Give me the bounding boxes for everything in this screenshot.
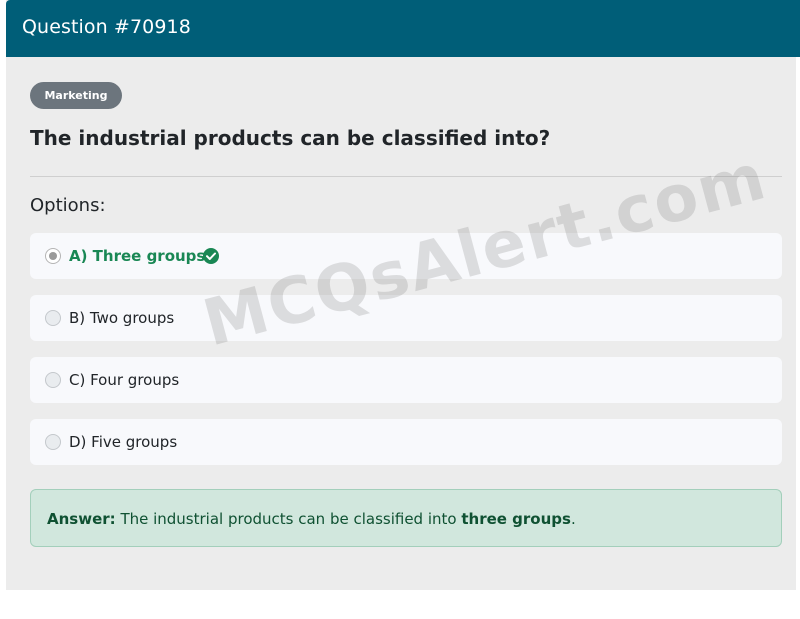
answer-line: Answer: The industrial products can be c… [47, 510, 576, 528]
option-b-radio[interactable] [45, 310, 61, 326]
category-badge[interactable]: Marketing [30, 82, 122, 109]
question-header: Question #70918 [6, 0, 800, 57]
options-label: Options: [30, 195, 106, 216]
answer-label: Answer: [47, 510, 116, 528]
answer-text: The industrial products can be classifie… [120, 510, 457, 528]
question-number: Question #70918 [22, 16, 191, 38]
option-b[interactable]: B) Two groups [30, 295, 782, 341]
option-c[interactable]: C) Four groups [30, 357, 782, 403]
answer-box: Answer: The industrial products can be c… [30, 489, 782, 547]
option-c-radio[interactable] [45, 372, 61, 388]
option-a[interactable]: A) Three groups [30, 233, 782, 279]
divider [30, 176, 782, 177]
option-a-label: A) Three groups [69, 247, 206, 265]
question-card: Question #70918 Marketing The industrial… [0, 0, 800, 590]
option-c-label: C) Four groups [69, 371, 180, 389]
option-a-radio[interactable] [45, 248, 61, 264]
option-d-radio[interactable] [45, 434, 61, 450]
option-d[interactable]: D) Five groups [30, 419, 782, 465]
question-text: The industrial products can be classifie… [30, 126, 551, 150]
answer-highlight: three groups [461, 510, 571, 528]
check-circle-icon [203, 248, 219, 264]
option-d-label: D) Five groups [69, 433, 178, 451]
option-b-label: B) Two groups [69, 309, 175, 327]
answer-suffix: . [570, 510, 576, 528]
